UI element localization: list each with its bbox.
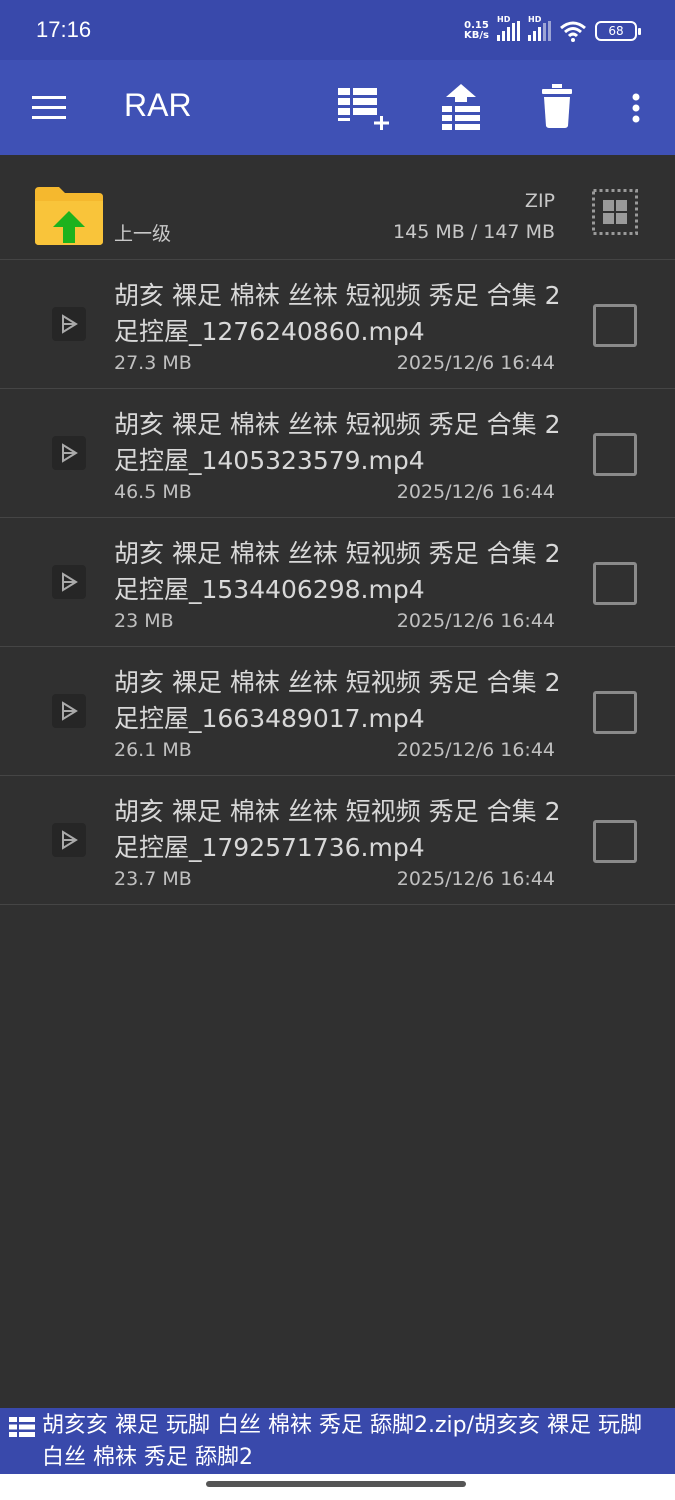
file-date: 2025/12/6 16:44 bbox=[396, 739, 555, 761]
file-name: 胡亥 裸足 棉袜 丝袜 短视频 秀足 合集 2 足控屋_1663489017.m… bbox=[114, 668, 561, 733]
status-time: 17:16 bbox=[36, 17, 92, 42]
file-row[interactable]: 胡亥 裸足 棉袜 丝袜 短视频 秀足 合集 2 足控屋_1663489017.m… bbox=[0, 647, 675, 776]
add-to-archive-icon[interactable] bbox=[338, 86, 394, 134]
more-vert-icon[interactable] bbox=[632, 93, 640, 123]
app-title: RAR bbox=[124, 87, 192, 123]
wifi-icon bbox=[560, 21, 586, 42]
signal-sim2-icon: HD bbox=[528, 15, 551, 41]
system-nav-bar bbox=[0, 1474, 675, 1500]
file-checkbox[interactable] bbox=[593, 562, 637, 605]
archive-type: ZIP bbox=[524, 190, 555, 212]
network-speed: 0.15 KB/s bbox=[464, 20, 489, 41]
menu-icon[interactable] bbox=[32, 95, 66, 121]
file-checkbox[interactable] bbox=[593, 304, 637, 347]
archive-path-icon bbox=[9, 1417, 35, 1437]
current-path: 胡亥亥 裸足 玩脚 白丝 棉袜 秀足 舔脚2.zip/胡亥亥 裸足 玩脚 白丝 … bbox=[42, 1413, 642, 1470]
file-name: 胡亥 裸足 棉袜 丝袜 短视频 秀足 合集 2 足控屋_1276240860.m… bbox=[114, 281, 561, 346]
file-date: 2025/12/6 16:44 bbox=[396, 352, 555, 374]
file-date: 2025/12/6 16:44 bbox=[396, 481, 555, 503]
video-file-icon bbox=[52, 436, 86, 470]
video-file-icon bbox=[52, 823, 86, 857]
status-bar: 17:16 0.15 KB/s HD HD 68 bbox=[0, 0, 675, 60]
file-name: 胡亥 裸足 棉袜 丝袜 短视频 秀足 合集 2 足控屋_1792571736.m… bbox=[114, 797, 561, 862]
archive-size: 145 MB / 147 MB bbox=[393, 221, 555, 243]
parent-folder-row[interactable]: 上一级 ZIP 145 MB / 147 MB bbox=[0, 155, 675, 260]
parent-folder-label: 上一级 bbox=[114, 223, 172, 245]
home-gesture-handle[interactable] bbox=[206, 1481, 466, 1487]
folder-up-icon bbox=[35, 187, 103, 245]
file-checkbox[interactable] bbox=[593, 433, 637, 476]
battery-icon: 68 bbox=[595, 21, 641, 41]
file-checkbox[interactable] bbox=[593, 691, 637, 734]
path-bar: 胡亥亥 裸足 玩脚 白丝 棉袜 秀足 舔脚2.zip/胡亥亥 裸足 玩脚 白丝 … bbox=[0, 1408, 675, 1474]
file-name: 胡亥 裸足 棉袜 丝袜 短视频 秀足 合集 2 足控屋_1405323579.m… bbox=[114, 410, 561, 475]
file-size: 27.3 MB bbox=[114, 352, 192, 374]
select-all-icon[interactable] bbox=[592, 189, 638, 235]
file-checkbox[interactable] bbox=[593, 820, 637, 863]
app-toolbar: RAR bbox=[0, 60, 675, 155]
file-size: 23.7 MB bbox=[114, 868, 192, 890]
file-row[interactable]: 胡亥 裸足 棉袜 丝袜 短视频 秀足 合集 2 足控屋_1276240860.m… bbox=[0, 260, 675, 389]
file-row[interactable]: 胡亥 裸足 棉袜 丝袜 短视频 秀足 合集 2 足控屋_1405323579.m… bbox=[0, 389, 675, 518]
file-date: 2025/12/6 16:44 bbox=[396, 868, 555, 890]
delete-icon[interactable] bbox=[541, 84, 573, 128]
file-name: 胡亥 裸足 棉袜 丝袜 短视频 秀足 合集 2 足控屋_1534406298.m… bbox=[114, 539, 561, 604]
video-file-icon bbox=[52, 307, 86, 341]
file-date: 2025/12/6 16:44 bbox=[396, 610, 555, 632]
file-size: 23 MB bbox=[114, 610, 174, 632]
file-row[interactable]: 胡亥 裸足 棉袜 丝袜 短视频 秀足 合集 2 足控屋_1534406298.m… bbox=[0, 518, 675, 647]
status-icons: 0.15 KB/s HD HD 68 bbox=[464, 15, 641, 46]
file-size: 26.1 MB bbox=[114, 739, 192, 761]
signal-sim1-icon: HD bbox=[497, 15, 520, 41]
video-file-icon bbox=[52, 694, 86, 728]
file-size: 46.5 MB bbox=[114, 481, 192, 503]
extract-icon[interactable] bbox=[440, 84, 482, 130]
video-file-icon bbox=[52, 565, 86, 599]
file-row[interactable]: 胡亥 裸足 棉袜 丝袜 短视频 秀足 合集 2 足控屋_1792571736.m… bbox=[0, 776, 675, 905]
